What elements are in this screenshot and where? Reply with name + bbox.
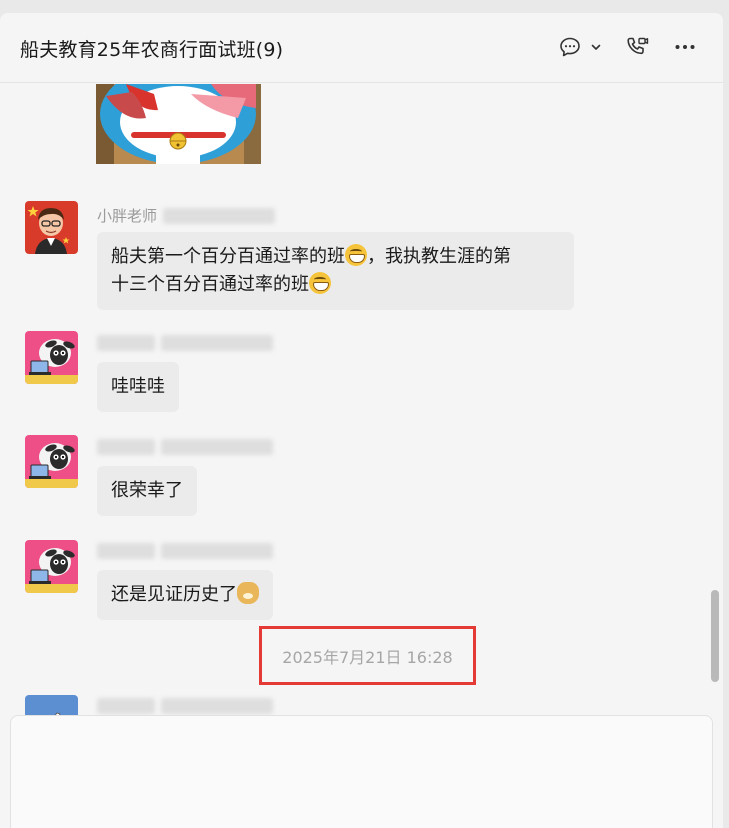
message-text: 船夫第一个百分百通过率的班 — [111, 246, 345, 267]
message-bubble[interactable]: 船夫第一个百分百通过率的班 ，我执教生涯的第 十三个百分百通过率的班 — [97, 232, 574, 310]
sender-name: 小胖老师 — [97, 205, 276, 226]
sheep-avatar[interactable] — [25, 331, 78, 384]
message-text: 十三个百分百通过率的班 — [111, 274, 309, 295]
teacher-avatar[interactable] — [25, 201, 78, 254]
chat-header: 船夫教育25年农商行面试班(9) — [0, 13, 723, 83]
grin-emoji — [345, 244, 367, 266]
sender-name — [97, 335, 273, 351]
chat-title: 船夫教育25年农商行面试班(9) — [20, 39, 284, 61]
timestamp-text: 2025年7月21日 16:28 — [282, 647, 453, 667]
blurred-text — [161, 335, 273, 351]
sender-label: 小胖老师 — [97, 207, 158, 225]
message-bubble[interactable]: 哇哇哇 — [97, 362, 179, 412]
blurred-text — [163, 207, 276, 224]
message-input[interactable] — [10, 715, 713, 828]
blurred-text — [161, 439, 273, 455]
doge-emoji — [237, 582, 259, 604]
more-icon[interactable] — [673, 35, 697, 59]
sender-name — [97, 439, 273, 455]
message-text: 很荣幸了 — [111, 480, 183, 501]
chat-bubble-icon[interactable] — [558, 35, 582, 59]
doraemon-image[interactable] — [96, 84, 261, 164]
sender-name — [97, 698, 273, 714]
grin-emoji — [309, 272, 331, 294]
sender-name — [97, 543, 273, 559]
chat-window: 船夫教育25年农商行面试班(9) 小胖老师 船夫第一个百分百通过率的班 ，我执教… — [0, 13, 723, 828]
blurred-text — [97, 335, 155, 351]
message-text: 还是见证历史了 — [111, 584, 237, 605]
blurred-text — [161, 543, 273, 559]
phone-video-icon[interactable] — [624, 35, 650, 59]
chevron-down-icon[interactable] — [590, 35, 602, 59]
blurred-text — [97, 698, 155, 714]
sheep-avatar[interactable] — [25, 435, 78, 488]
message-bubble[interactable]: 很荣幸了 — [97, 466, 197, 516]
blurred-text — [97, 439, 155, 455]
message-text: ，我执教生涯的第 — [367, 246, 511, 267]
timestamp: 2025年7月21日 16:28 — [259, 626, 476, 685]
message-bubble[interactable]: 还是见证历史了 — [97, 570, 273, 620]
message-text: 哇哇哇 — [111, 376, 165, 397]
scrollbar-thumb[interactable] — [711, 590, 719, 682]
sheep-avatar[interactable] — [25, 540, 78, 593]
blurred-text — [161, 698, 273, 714]
message-list[interactable]: 小胖老师 船夫第一个百分百通过率的班 ，我执教生涯的第 十三个百分百通过率的班 — [0, 84, 710, 724]
blurred-text — [97, 543, 155, 559]
